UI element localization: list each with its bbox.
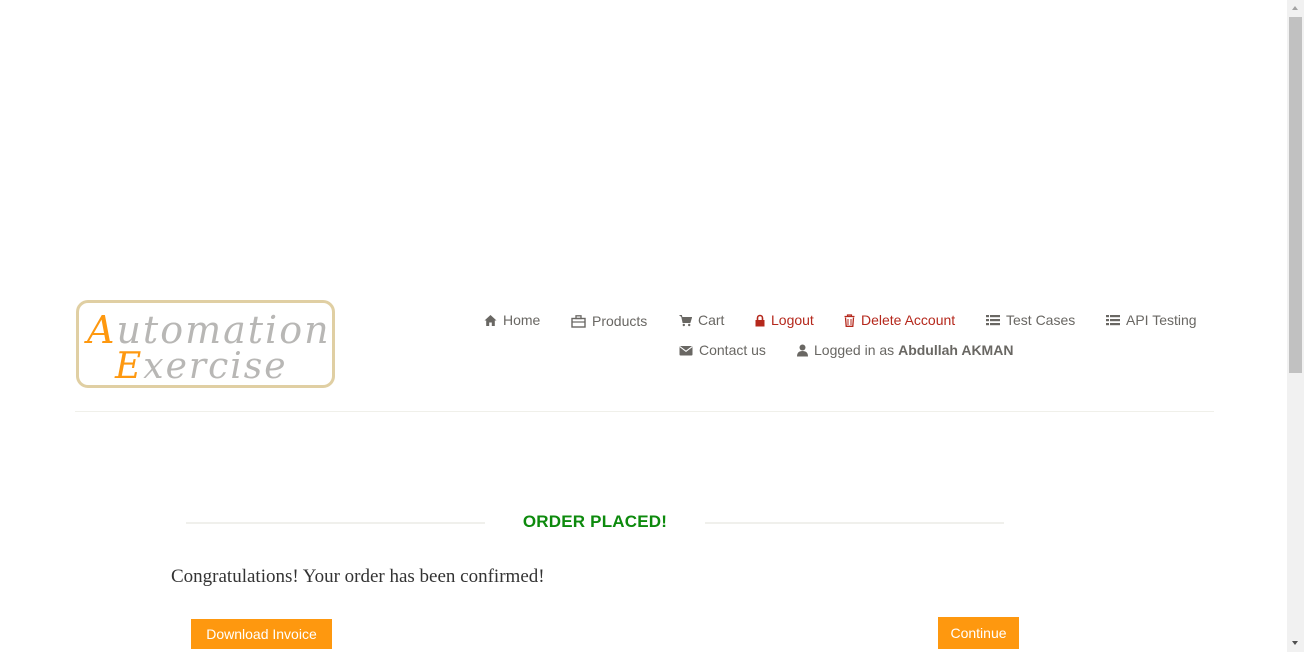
site-logo[interactable]: Automation Exercise (76, 300, 335, 388)
trash-icon (844, 314, 855, 327)
download-invoice-button[interactable]: Download Invoice (191, 619, 332, 649)
nav-home[interactable]: Home (484, 312, 540, 328)
logo-line-exercise: Exercise (115, 346, 288, 387)
continue-button[interactable]: Continue (938, 617, 1019, 649)
products-icon (571, 314, 586, 328)
nav-contact-us[interactable]: Contact us (679, 342, 766, 358)
nav-delete-account-label: Delete Account (861, 312, 956, 328)
nav-test-cases[interactable]: Test Cases (986, 312, 1075, 328)
nav-api-testing[interactable]: API Testing (1106, 312, 1197, 328)
nav-contact-us-label: Contact us (699, 342, 766, 358)
logged-in-prefix: Logged in as (814, 342, 895, 358)
scroll-up-arrow-icon[interactable] (1287, 0, 1304, 17)
nav-logout-label: Logout (771, 312, 814, 328)
list-icon (1106, 314, 1120, 327)
nav-logged-in-user: Logged in as Abdullah AKMAN (797, 342, 1013, 358)
nav-delete-account[interactable]: Delete Account (844, 312, 955, 328)
nav-home-label: Home (503, 312, 541, 328)
scrollbar-thumb[interactable] (1289, 17, 1302, 373)
list-icon (986, 314, 1000, 327)
logged-in-username: Abdullah AKMAN (898, 342, 1014, 358)
home-icon (484, 314, 497, 327)
user-icon (797, 344, 808, 357)
scroll-down-arrow-icon[interactable] (1287, 635, 1304, 652)
nav-api-testing-label: API Testing (1126, 312, 1197, 328)
nav-test-cases-label: Test Cases (1006, 312, 1076, 328)
nav-cart[interactable]: Cart (679, 312, 724, 328)
nav-logout[interactable]: Logout (755, 312, 814, 328)
order-placed-title: ORDER PLACED! (522, 512, 668, 531)
nav-cart-label: Cart (698, 312, 725, 328)
cart-icon (679, 314, 693, 327)
header-divider (75, 411, 1214, 412)
title-line-right (705, 522, 1004, 524)
envelope-icon (679, 344, 693, 357)
vertical-scrollbar[interactable] (1287, 0, 1304, 652)
logo-line-automation: Automation (87, 308, 331, 352)
lock-icon (755, 314, 765, 327)
nav-products-label: Products (592, 313, 648, 329)
confirmation-message: Congratulations! Your order has been con… (171, 566, 545, 587)
title-line-left (186, 522, 485, 524)
nav-products[interactable]: Products (571, 313, 647, 329)
